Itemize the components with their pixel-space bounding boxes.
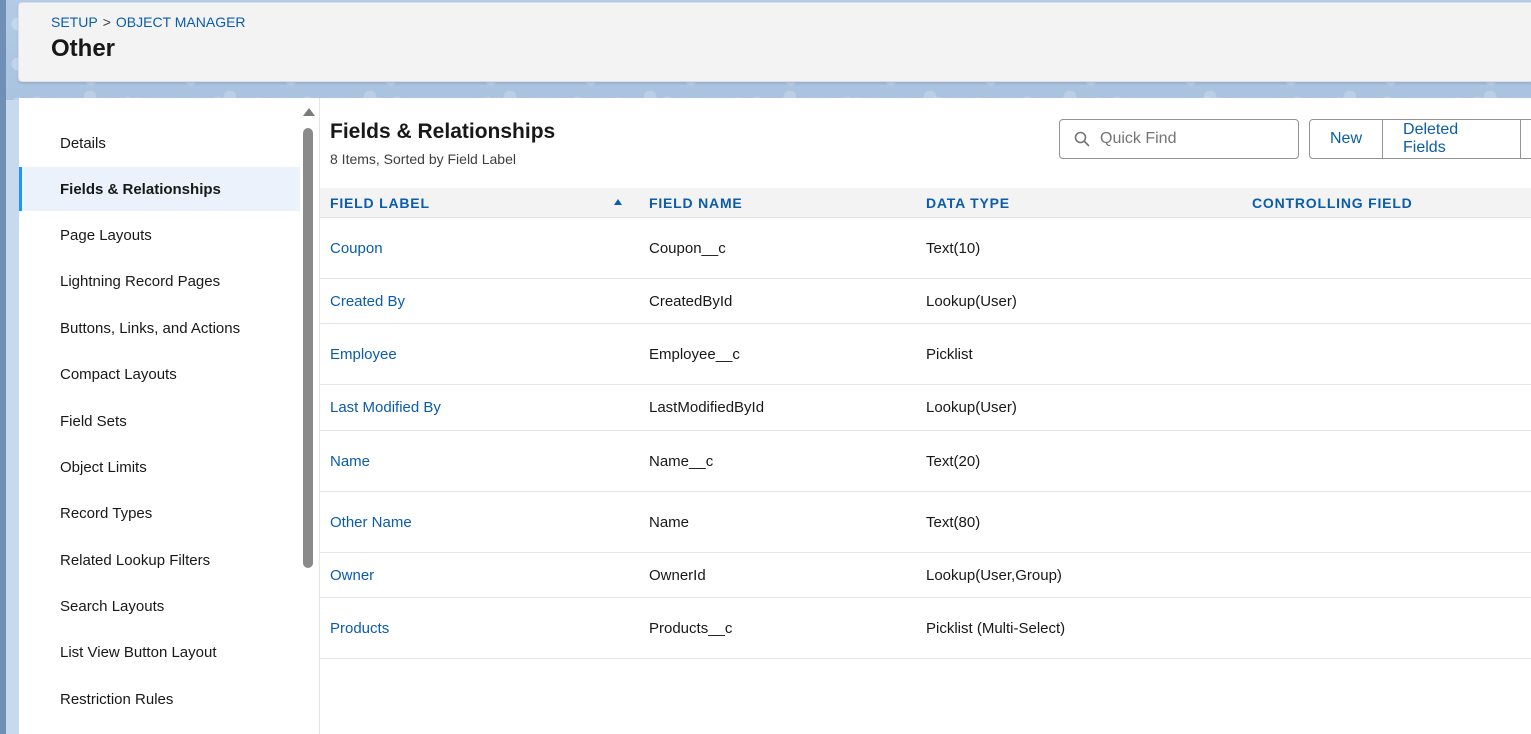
app-frame: SETUP > OBJECT MANAGER Other Details Fields… <box>0 0 1531 734</box>
field-label-link[interactable]: Products <box>330 598 389 658</box>
data-type-cell: Lookup(User) <box>926 292 1017 310</box>
field-name-cell: Name <box>649 513 690 531</box>
data-type-cell: Lookup(User) <box>926 399 1017 416</box>
data-type-cell: Picklist <box>926 345 973 363</box>
field-name-cell: CreatedById <box>649 292 733 310</box>
data-type-cell: Text(80) <box>926 513 981 531</box>
sidebar-item-compact-layouts[interactable]: Compact Layouts <box>19 352 300 396</box>
table-row: Employee Employee__c Picklist <box>320 324 1531 385</box>
field-label-link[interactable]: Employee <box>330 324 397 384</box>
table-header: FIELD LABEL FIELD NAME DATA TYPE CONTROL… <box>320 188 1531 218</box>
table-row: Other Name Name Text(80) <box>320 492 1531 553</box>
sidebar-item-details[interactable]: Details <box>19 121 300 165</box>
sidebar-item-restriction-rules[interactable]: Restriction Rules <box>19 677 300 721</box>
deleted-fields-button[interactable]: Deleted Fields <box>1383 119 1522 159</box>
field-label-link[interactable]: Owner <box>330 553 374 597</box>
sidebar-item-list-view-button-layout[interactable]: List View Button Layout <box>19 630 300 674</box>
table-row: Last Modified By LastModifiedById Lookup(U… <box>320 385 1531 431</box>
object-sidebar: Details Fields & Relationships Page Layout… <box>19 98 319 734</box>
table-row: Name Name__c Text(20) <box>320 431 1531 492</box>
quick-find-input[interactable] <box>1098 129 1288 149</box>
field-name-cell: OwnerId <box>649 566 706 584</box>
breadcrumb: SETUP > OBJECT MANAGER <box>51 14 246 30</box>
page-header: SETUP > OBJECT MANAGER Other <box>18 2 1531 82</box>
sidebar-item-search-layouts[interactable]: Search Layouts <box>19 584 300 628</box>
table-row: Products Products__c Picklist (Multi-Selec… <box>320 598 1531 659</box>
field-name-cell: Employee__c <box>649 345 740 363</box>
field-label-link[interactable]: Name <box>330 431 370 491</box>
column-header-controlling-field[interactable]: CONTROLLING FIELD <box>1252 188 1413 218</box>
column-header-field-name[interactable]: FIELD NAME <box>649 188 743 218</box>
breadcrumb-setup-link[interactable]: SETUP <box>51 14 98 30</box>
sidebar-item-buttons-links-and-actions[interactable]: Buttons, Links, and Actions <box>19 306 300 350</box>
table-row: Coupon Coupon__c Text(10) <box>320 219 1531 279</box>
breadcrumb-separator: > <box>102 14 111 30</box>
sidebar-item-record-types[interactable]: Record Types <box>19 491 300 535</box>
sidebar-item-related-lookup-filters[interactable]: Related Lookup Filters <box>19 538 300 582</box>
content-card: Details Fields & Relationships Page Layout… <box>19 98 1531 734</box>
sidebar-item-lightning-record-pages[interactable]: Lightning Record Pages <box>19 259 300 303</box>
breadcrumb-object-manager-link[interactable]: OBJECT MANAGER <box>116 14 246 30</box>
sidebar-scrollbar[interactable] <box>300 104 318 734</box>
field-label-link[interactable]: Last Modified By <box>330 385 441 430</box>
search-icon <box>1074 131 1090 147</box>
data-type-cell: Lookup(User,Group) <box>926 566 1062 584</box>
scrollbar-thumb[interactable] <box>303 128 313 568</box>
table-row: Created By CreatedById Lookup(User) <box>320 279 1531 324</box>
sidebar-item-field-sets[interactable]: Field Sets <box>19 399 300 443</box>
new-button[interactable]: New <box>1309 119 1384 159</box>
field-label-link[interactable]: Created By <box>330 279 405 323</box>
data-type-cell: Text(10) <box>926 240 981 257</box>
more-actions-button[interactable] <box>1521 119 1531 159</box>
scroll-up-arrow-icon[interactable] <box>303 108 315 116</box>
sort-ascending-icon[interactable] <box>614 199 622 205</box>
items-count-text: 8 Items, Sorted by Field Label <box>330 151 516 167</box>
field-name-cell: LastModifiedById <box>649 399 765 416</box>
data-type-cell: Picklist (Multi-Select) <box>926 619 1066 637</box>
field-label-link[interactable]: Coupon <box>330 219 383 278</box>
action-button-group: New Deleted Fields <box>1309 119 1531 159</box>
field-name-cell: Name__c <box>649 452 714 470</box>
main-panel: Fields & Relationships 8 Items, Sorted b… <box>320 98 1531 734</box>
field-name-cell: Products__c <box>649 619 733 637</box>
sidebar-item-object-limits[interactable]: Object Limits <box>19 445 300 489</box>
frame-edge <box>0 0 6 734</box>
column-header-data-type[interactable]: DATA TYPE <box>926 188 1010 218</box>
data-type-cell: Text(20) <box>926 452 981 470</box>
section-title: Fields & Relationships <box>330 120 556 143</box>
sidebar-item-page-layouts[interactable]: Page Layouts <box>19 213 300 257</box>
sidebar-item-fields-relationships[interactable]: Fields & Relationships <box>19 167 300 211</box>
field-label-link[interactable]: Other Name <box>330 492 412 552</box>
quick-find-box[interactable] <box>1059 119 1299 159</box>
table-row: Owner OwnerId Lookup(User,Group) <box>320 553 1531 598</box>
column-header-field-label[interactable]: FIELD LABEL <box>330 188 430 218</box>
page-title: Other <box>51 35 116 62</box>
field-name-cell: Coupon__c <box>649 240 726 257</box>
